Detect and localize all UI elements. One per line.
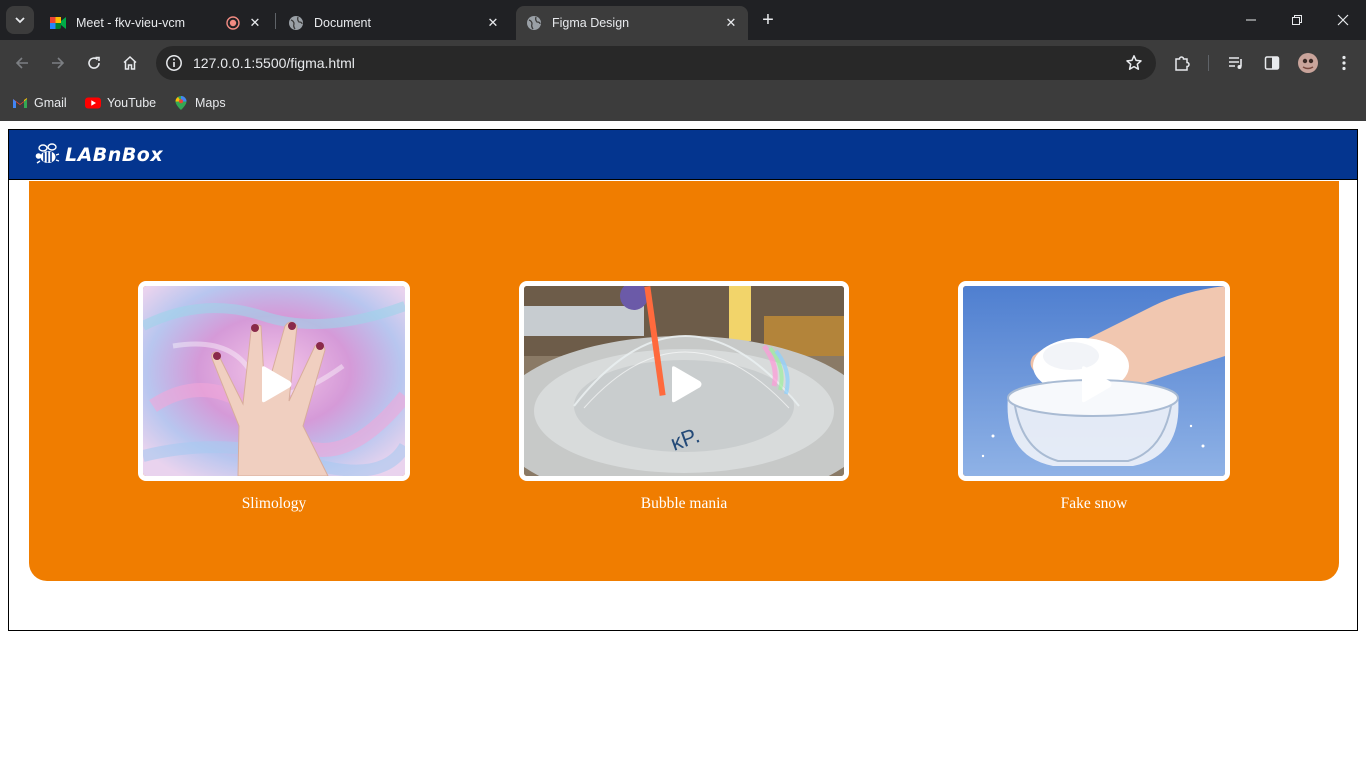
bookmark-label: Gmail: [34, 96, 67, 110]
home-icon: [123, 55, 137, 70]
video-card-slimology[interactable]: Slimology: [138, 281, 410, 513]
globe-icon: [526, 15, 542, 31]
video-caption[interactable]: Fake snow: [958, 495, 1230, 513]
minimize-icon: [1246, 19, 1256, 21]
bookmark-star-icon[interactable]: [1124, 53, 1144, 73]
video-thumbnail[interactable]: ĸP.: [519, 281, 849, 481]
close-window-button[interactable]: [1320, 0, 1366, 40]
brand-logo[interactable]: LABnBox: [35, 142, 163, 168]
extensions-button[interactable]: [1170, 51, 1194, 75]
video-thumbnail[interactable]: [958, 281, 1230, 481]
close-tab-icon[interactable]: ✕: [722, 14, 740, 32]
tab-figma-design[interactable]: Figma Design ✕: [516, 6, 748, 40]
gmail-icon: [12, 95, 28, 111]
puzzle-icon: [1175, 56, 1190, 71]
bookmark-maps[interactable]: Maps: [173, 92, 226, 114]
media-control-button[interactable]: [1224, 51, 1248, 75]
menu-button[interactable]: [1332, 51, 1356, 75]
web-page: LABnBox Slimology ĸP. Bubble mania Fake …: [0, 121, 1366, 768]
play-icon[interactable]: [254, 364, 294, 404]
bookmark-youtube[interactable]: YouTube: [85, 92, 156, 114]
address-bar[interactable]: 127.0.0.1:5500/figma.html: [156, 46, 1156, 80]
forward-button[interactable]: [43, 48, 73, 78]
side-panel-icon: [1264, 56, 1280, 70]
maps-icon: [173, 95, 189, 111]
restore-icon: [1292, 15, 1302, 25]
bee-logo-icon: [35, 143, 60, 164]
side-panel-button[interactable]: [1260, 51, 1284, 75]
chevron-down-icon: [15, 17, 25, 24]
browser-toolbar: 127.0.0.1:5500/figma.html: [0, 40, 1366, 86]
play-icon[interactable]: [664, 364, 704, 404]
brand-name: LABnBox: [65, 144, 164, 166]
bookmark-gmail[interactable]: Gmail: [12, 92, 67, 114]
play-icon[interactable]: [1074, 364, 1114, 404]
page-frame: LABnBox Slimology ĸP. Bubble mania Fake …: [8, 129, 1358, 631]
home-button[interactable]: [115, 48, 145, 78]
globe-icon: [288, 15, 304, 31]
close-tab-icon[interactable]: ✕: [246, 14, 264, 32]
minimize-button[interactable]: [1228, 0, 1274, 40]
tab-title: Figma Design: [552, 16, 630, 30]
close-tab-icon[interactable]: ✕: [484, 14, 502, 32]
video-card-bubble-mania[interactable]: ĸP. Bubble mania: [519, 281, 849, 513]
video-thumbnail[interactable]: [138, 281, 410, 481]
bookmarks-bar: Gmail YouTube Maps: [0, 86, 1366, 121]
youtube-icon: [85, 95, 101, 111]
video-card-fake-snow[interactable]: Fake snow: [958, 281, 1230, 513]
arrow-left-icon: [15, 57, 28, 69]
close-icon: [1337, 14, 1349, 26]
tab-meet[interactable]: Meet - fkv-vieu-vcm ✕: [40, 6, 272, 40]
recording-icon: [224, 14, 242, 32]
new-tab-button[interactable]: +: [756, 8, 780, 32]
tab-title: Meet - fkv-vieu-vcm: [76, 16, 186, 30]
profile-avatar[interactable]: [1296, 51, 1320, 75]
site-info-icon[interactable]: [164, 53, 184, 73]
tab-search-button[interactable]: [6, 6, 34, 34]
video-caption[interactable]: Bubble mania: [519, 495, 849, 513]
url-text: 127.0.0.1:5500/figma.html: [193, 55, 355, 71]
bookmark-label: YouTube: [107, 96, 157, 110]
videos-panel: Slimology ĸP. Bubble mania Fake snow: [29, 181, 1339, 581]
tab-title: Document: [314, 16, 371, 30]
more-vert-icon: [1342, 55, 1346, 71]
tab-document[interactable]: Document ✕: [278, 6, 510, 40]
reload-icon: [88, 56, 100, 69]
arrow-right-icon: [52, 57, 65, 69]
avatar-icon: [1298, 53, 1318, 73]
restore-button[interactable]: [1274, 0, 1320, 40]
browser-tab-bar: Meet - fkv-vieu-vcm ✕ Document ✕ Figma D…: [0, 0, 1366, 40]
site-header: LABnBox: [9, 130, 1357, 180]
bookmark-label: Maps: [195, 96, 226, 110]
google-meet-icon: [50, 15, 66, 31]
video-caption[interactable]: Slimology: [138, 495, 410, 513]
playlist-icon: [1229, 57, 1242, 69]
reload-button[interactable]: [79, 48, 109, 78]
back-button[interactable]: [7, 48, 37, 78]
